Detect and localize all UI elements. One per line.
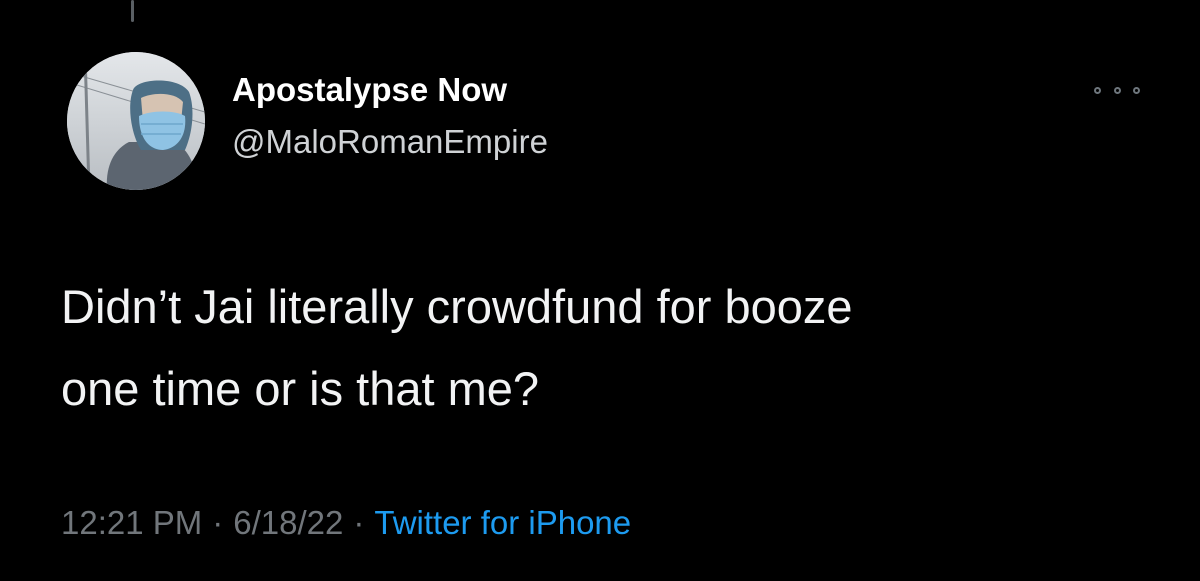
more-horizontal-icon: [1113, 86, 1121, 94]
tweet-time[interactable]: 12:21 PM: [61, 504, 202, 541]
more-options-button[interactable]: [1094, 80, 1140, 100]
avatar[interactable]: [67, 52, 205, 190]
tweet-date[interactable]: 6/18/22: [233, 504, 343, 541]
author-handle[interactable]: @MaloRomanEmpire: [232, 122, 548, 162]
avatar-photo: [67, 52, 205, 190]
separator-dot: ·: [353, 504, 365, 541]
more-horizontal-icon: [1094, 86, 1101, 94]
author-display-name[interactable]: Apostalypse Now: [232, 70, 507, 110]
more-horizontal-icon: [1133, 86, 1140, 94]
tweet-source-link[interactable]: Twitter for iPhone: [374, 504, 631, 541]
tweet-text-line: Didn’t Jai literally crowdfund for booze: [61, 280, 853, 333]
tweet-text-line: one time or is that me?: [61, 362, 540, 415]
separator-dot: ·: [212, 504, 224, 541]
tweet-text: Didn’t Jai literally crowdfund for booze…: [61, 266, 1161, 430]
tweet-metadata: 12:21 PM · 6/18/22 · Twitter for iPhone: [61, 502, 631, 544]
thread-connector-line: [131, 0, 134, 22]
